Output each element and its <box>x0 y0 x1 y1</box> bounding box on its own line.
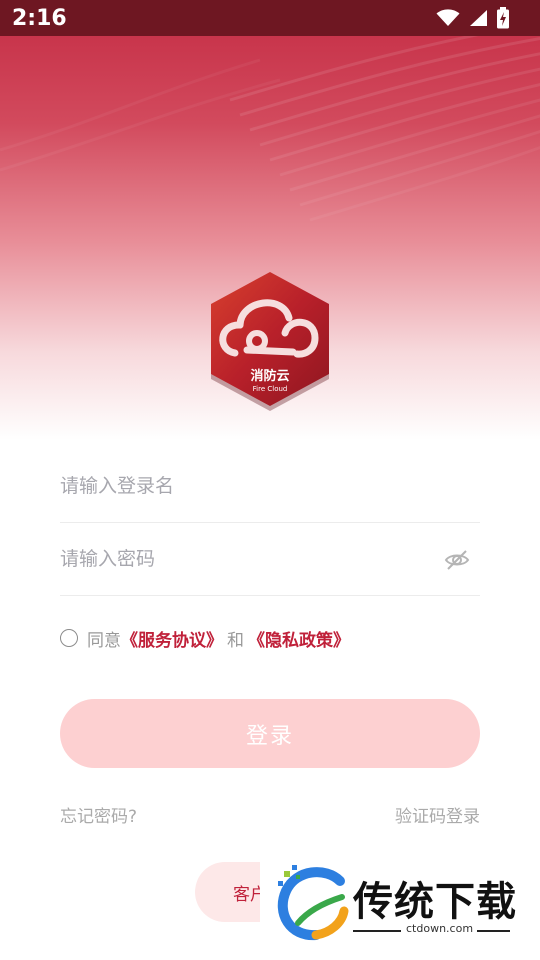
service-agreement-link[interactable]: 《服务协议》 <box>121 626 223 651</box>
signal-icon <box>470 10 487 26</box>
watermark-overlay: 传统下载 ctdown.com <box>260 857 540 960</box>
password-row <box>60 523 480 596</box>
username-row <box>60 450 480 523</box>
username-input[interactable] <box>60 475 420 497</box>
and-label: 和 <box>227 630 244 651</box>
status-icons <box>436 7 510 29</box>
agree-label: 同意 <box>87 630 121 651</box>
status-bar: 2:16 <box>0 0 540 36</box>
battery-charging-icon <box>497 7 509 29</box>
wifi-icon <box>436 9 460 26</box>
app-logo: 消防云 Fire Cloud <box>205 270 335 412</box>
privacy-policy-link[interactable]: 《隐私政策》 <box>248 626 350 651</box>
logo-subtitle: Fire Cloud <box>253 385 288 393</box>
watermark-url: ctdown.com <box>402 922 478 935</box>
logo-name: 消防云 <box>250 368 289 384</box>
sms-login-link[interactable]: 验证码登录 <box>395 802 480 827</box>
watermark-title: 传统下载 <box>353 879 517 925</box>
status-time: 2:16 <box>12 5 67 31</box>
forgot-password-link[interactable]: 忘记密码? <box>60 802 137 827</box>
agreement-row: 同意 《服务协议》 和 《隐私政策》 <box>60 626 350 651</box>
agree-radio[interactable] <box>60 629 78 647</box>
eye-off-icon[interactable] <box>444 547 470 573</box>
watermark-logo-icon <box>277 865 349 941</box>
login-button[interactable]: 登录 <box>60 699 480 768</box>
password-input[interactable] <box>60 548 420 570</box>
